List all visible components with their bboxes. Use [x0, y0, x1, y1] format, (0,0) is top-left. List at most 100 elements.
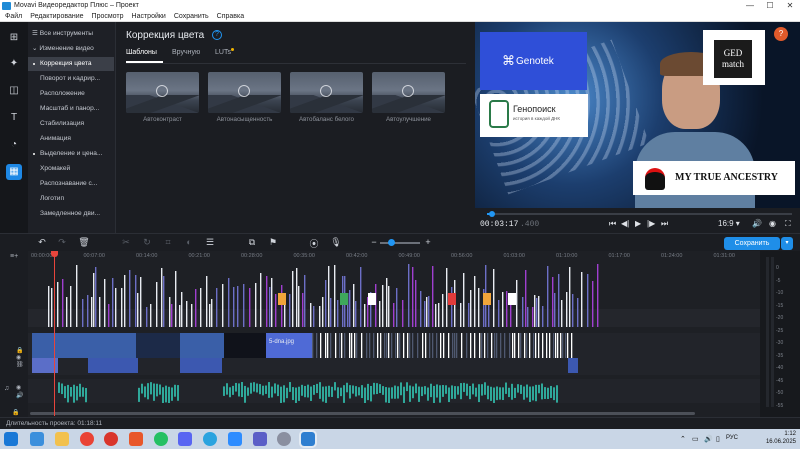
- color-adjust-icon[interactable]: ◐: [183, 237, 195, 247]
- title-clip[interactable]: [506, 291, 508, 327]
- title-thumbnail[interactable]: [483, 293, 491, 305]
- music-clip[interactable]: [376, 383, 378, 395]
- minimize-button[interactable]: —: [740, 0, 760, 11]
- music-clip[interactable]: [481, 384, 483, 396]
- menu-save[interactable]: Сохранить: [170, 13, 213, 20]
- audio-waveform[interactable]: [568, 358, 578, 373]
- title-clip[interactable]: [76, 265, 78, 327]
- music-clip[interactable]: [232, 385, 234, 395]
- title-clip[interactable]: [57, 282, 59, 327]
- video-clip[interactable]: [339, 333, 341, 358]
- help-icon[interactable]: ?: [212, 30, 222, 40]
- video-clip[interactable]: [565, 333, 567, 358]
- music-clip[interactable]: [358, 387, 360, 396]
- video-clip[interactable]: [456, 333, 458, 358]
- title-clip[interactable]: [275, 294, 277, 327]
- title-clip[interactable]: [271, 278, 273, 327]
- title-clip[interactable]: [542, 306, 544, 327]
- video-clip[interactable]: [316, 333, 318, 358]
- video-clip[interactable]: [407, 333, 409, 358]
- video-clip[interactable]: [432, 333, 434, 358]
- title-clip[interactable]: [415, 280, 417, 327]
- titles-icon[interactable]: T: [6, 110, 22, 126]
- discord-icon[interactable]: [178, 432, 192, 446]
- title-clip[interactable]: [222, 284, 224, 327]
- music-clip[interactable]: [529, 386, 531, 402]
- playhead[interactable]: [54, 251, 55, 416]
- video-clip[interactable]: [470, 333, 472, 358]
- music-clip[interactable]: [259, 384, 261, 395]
- music-clip[interactable]: [523, 386, 525, 400]
- music-clip[interactable]: [478, 384, 480, 403]
- aspect-ratio-select[interactable]: 16:9 ▾: [718, 219, 740, 228]
- music-clip[interactable]: [241, 382, 243, 398]
- sidebar-item-chroma-key[interactable]: Хромакей: [28, 162, 114, 176]
- telegram-icon[interactable]: [203, 432, 217, 446]
- title-clip[interactable]: [181, 292, 183, 327]
- title-clip[interactable]: [179, 305, 181, 327]
- video-clip[interactable]: [373, 333, 375, 358]
- music-clip[interactable]: [247, 387, 249, 396]
- music-clip[interactable]: [457, 386, 459, 395]
- video-preview[interactable]: ⌘ Genotek GED match Генопоиск история в к…: [475, 22, 800, 208]
- scrubber-knob[interactable]: [488, 211, 495, 217]
- menu-help[interactable]: Справка: [213, 13, 248, 20]
- tab-luts[interactable]: LUTs: [215, 49, 231, 56]
- video-clip[interactable]: [512, 333, 514, 358]
- whatsapp-icon[interactable]: [154, 432, 168, 446]
- language-indicator[interactable]: РУС: [726, 435, 738, 441]
- title-clip[interactable]: [200, 288, 202, 327]
- music-clip[interactable]: [271, 386, 273, 398]
- music-clip[interactable]: [138, 387, 140, 402]
- title-clip[interactable]: [402, 300, 404, 327]
- video-clip[interactable]: [479, 333, 481, 358]
- title-clip[interactable]: [527, 307, 529, 327]
- title-clip[interactable]: [382, 285, 384, 327]
- music-clip[interactable]: [349, 385, 351, 399]
- preset-auto-saturation[interactable]: [208, 72, 281, 113]
- video-clip[interactable]: [356, 333, 358, 358]
- network-icon[interactable]: ▭: [692, 435, 699, 443]
- music-clip[interactable]: [490, 386, 492, 401]
- music-clip[interactable]: [322, 386, 324, 402]
- title-clip[interactable]: [592, 281, 594, 327]
- music-clip[interactable]: [79, 383, 81, 397]
- title-clip[interactable]: [379, 301, 381, 327]
- music-clip[interactable]: [466, 383, 468, 396]
- music-clip[interactable]: [451, 385, 453, 399]
- title-clip[interactable]: [156, 282, 158, 327]
- titles-track[interactable]: [28, 263, 760, 327]
- title-clip[interactable]: [522, 297, 524, 327]
- snapshot-icon[interactable]: ◉: [769, 219, 776, 228]
- music-clip[interactable]: [421, 386, 423, 397]
- video-clip[interactable]: [514, 333, 516, 358]
- sidebar-all-tools[interactable]: ☰ Все инструменты: [28, 27, 114, 41]
- zoom-in-icon[interactable]: +: [422, 237, 434, 247]
- music-clip[interactable]: [433, 385, 435, 403]
- music-clip[interactable]: [397, 386, 399, 399]
- help-badge[interactable]: ?: [774, 27, 788, 41]
- title-clip[interactable]: [313, 306, 315, 327]
- title-clip[interactable]: [538, 296, 540, 327]
- video-clip[interactable]: [409, 333, 411, 358]
- title-clip[interactable]: [534, 295, 536, 327]
- music-clip[interactable]: [229, 387, 231, 398]
- music-clip[interactable]: [331, 386, 333, 397]
- music-clip[interactable]: [307, 384, 309, 398]
- music-clip[interactable]: [403, 386, 405, 403]
- music-clip[interactable]: [388, 387, 390, 403]
- app-icon[interactable]: [277, 432, 291, 446]
- music-clip[interactable]: [153, 383, 155, 401]
- video-clip[interactable]: [440, 333, 442, 358]
- music-clip[interactable]: [177, 385, 179, 401]
- title-clip[interactable]: [112, 278, 114, 327]
- music-clip[interactable]: [427, 387, 429, 401]
- video-clip[interactable]: [524, 333, 526, 358]
- video-clip[interactable]: [354, 333, 356, 358]
- step-forward-icon[interactable]: |▶: [647, 219, 655, 228]
- video-clip[interactable]: [388, 333, 390, 358]
- clock[interactable]: 1:12 16.06.2025: [766, 430, 796, 446]
- video-clip[interactable]: [560, 333, 562, 358]
- music-clip[interactable]: [277, 384, 279, 397]
- music-clip[interactable]: [346, 382, 348, 393]
